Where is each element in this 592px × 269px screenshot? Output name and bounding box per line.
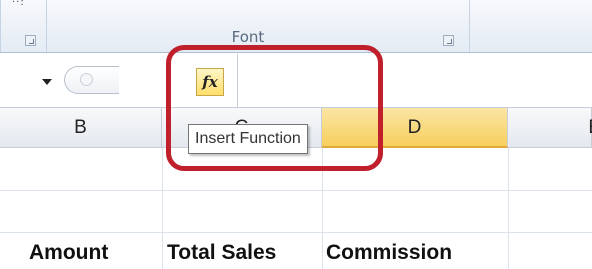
- name-box-dropdown-icon[interactable]: [42, 79, 52, 85]
- highlight-annotation: [166, 45, 383, 171]
- grid-row-line: [0, 190, 592, 191]
- ribbon-separator: [46, 0, 47, 52]
- column-header-b[interactable]: B: [0, 108, 162, 148]
- cell-commission-header[interactable]: Commission: [326, 237, 452, 269]
- column-header-e-label: E: [588, 117, 592, 138]
- cell-amount-header[interactable]: Amount: [29, 237, 108, 269]
- ribbon-separator: [0, 0, 1, 52]
- circle-icon: [80, 73, 93, 86]
- font-dialog-launcher-icon[interactable]: [443, 35, 454, 46]
- column-header-e[interactable]: E: [508, 108, 592, 148]
- grid-column-line: [162, 148, 163, 269]
- grid-column-line: [508, 148, 509, 269]
- dialog-launcher-icon[interactable]: [25, 35, 36, 46]
- ribbon-separator: [469, 0, 470, 52]
- ribbon-partial-text: ··:: [12, 0, 25, 8]
- grid-row-line: [0, 232, 592, 233]
- cell-total-sales-header[interactable]: Total Sales: [167, 237, 276, 269]
- font-group-label: Font: [231, 28, 265, 46]
